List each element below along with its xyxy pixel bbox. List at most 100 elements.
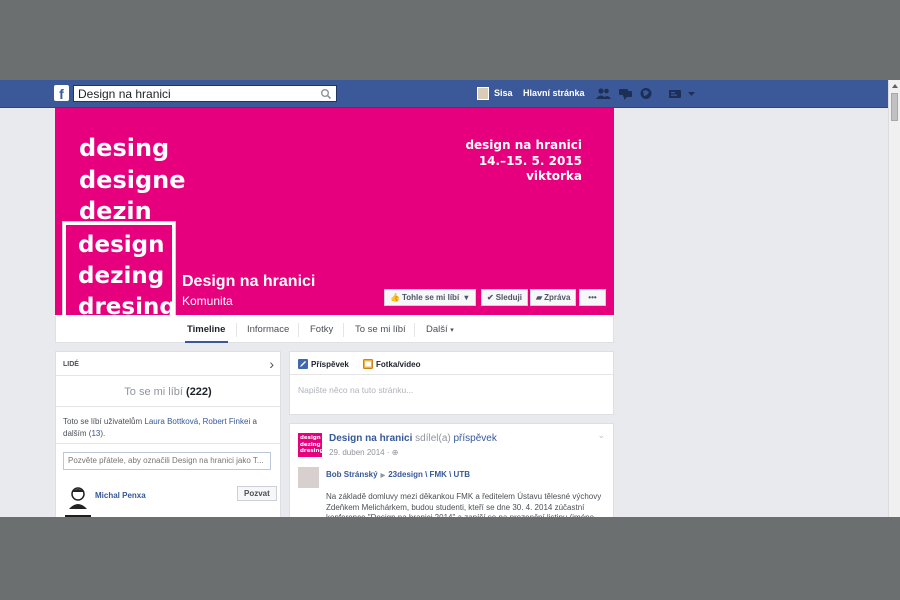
nav-divider	[343, 323, 344, 337]
pencil-icon	[298, 359, 308, 369]
logo-word: design	[300, 435, 321, 441]
chevron-down-icon: ▾	[464, 293, 469, 303]
status-input[interactable]	[298, 385, 598, 395]
event-dates: 14.–15. 5. 2015	[478, 153, 582, 168]
page-nav: Timeline Informace Fotky To se mi líbí D…	[55, 315, 614, 343]
follow-button[interactable]: ✔ Sleduji	[481, 289, 528, 306]
like-button-label: Tohle se mi líbí	[401, 293, 460, 302]
post-action: sdílel(a)	[415, 433, 451, 444]
like-button[interactable]: 👍 Tohle se mi líbí ▾	[384, 289, 477, 306]
facebook-logo-icon[interactable]: f	[54, 85, 69, 101]
account-menu-icon[interactable]	[686, 87, 697, 100]
scrollbar-thumb[interactable]	[891, 93, 898, 121]
more-options-label: •••	[588, 293, 597, 302]
invite-button[interactable]: Pozvat	[237, 486, 277, 501]
follow-button-label: Sleduji	[495, 293, 522, 302]
shared-target-link[interactable]: 23design \ FMK \ UTB	[388, 470, 470, 479]
tab-photo-video[interactable]: Fotka/video	[363, 359, 420, 369]
globe-icon: ⊕	[391, 448, 399, 457]
post-author-avatar[interactable]: design dezing dresing	[298, 433, 324, 457]
friends-who-like: Toto se líbí uživatelům Laura Bottková, …	[63, 417, 257, 438]
page-category: Komunita	[182, 294, 233, 308]
profile-link[interactable]: Sisa	[494, 88, 513, 98]
friend-link[interactable]: Laura Bottková	[144, 417, 198, 426]
tab-timeline[interactable]: Timeline	[187, 324, 225, 335]
active-tab-indicator	[185, 341, 228, 343]
divider	[56, 375, 280, 376]
profile-word: dezing	[78, 263, 165, 289]
tab-photos[interactable]: Fotky	[310, 324, 333, 335]
people-card: LIDÉ › To se mi líbí (222) Toto se líbí …	[55, 351, 281, 517]
friend-avatar[interactable]	[65, 515, 91, 517]
nav-divider	[298, 323, 299, 337]
event-title: design na hranici	[465, 138, 582, 152]
privacy-shortcuts-icon[interactable]	[668, 87, 683, 100]
invite-friends-box[interactable]	[63, 452, 271, 470]
event-venue: viktorka	[526, 169, 582, 183]
likes-summary[interactable]: To se mi líbí (222)	[56, 386, 280, 398]
cover-word-list: desing designe dezin	[79, 133, 186, 228]
tab-post-label: Příspěvek	[311, 360, 349, 369]
notifications-icon[interactable]	[639, 87, 654, 100]
page-title[interactable]: Design na hranici	[182, 273, 315, 291]
message-button-label: Zpráva	[544, 293, 571, 302]
tab-more[interactable]: Další ▾	[426, 324, 454, 335]
cover-word: desing	[79, 134, 170, 162]
liked-suffix: ).	[100, 429, 106, 438]
post-header: Design na hranici sdílel(a) příspěvek	[329, 433, 497, 444]
home-link[interactable]: Hlavní stránka	[523, 88, 585, 98]
friend-link[interactable]: Robert Finkei	[203, 417, 251, 426]
shared-author-link[interactable]: Bob Stránský	[326, 470, 378, 479]
shared-header: Bob Stránský ▶ 23design \ FMK \ UTB	[326, 470, 470, 479]
message-icon: ▰	[536, 293, 543, 303]
messages-icon[interactable]	[618, 87, 633, 100]
likes-label: To se mi líbí	[124, 386, 183, 398]
nav-divider	[414, 323, 415, 337]
post-card: design dezing dresing Design na hranici …	[289, 423, 614, 517]
post-object-link[interactable]: příspěvek	[454, 433, 497, 444]
facebook-topbar: f Sisa Hlavní stránka	[0, 80, 888, 108]
page-scrollbar[interactable]	[888, 80, 900, 517]
post-timestamp[interactable]: 29. duben 2014 · ⊕	[329, 448, 398, 457]
friend-avatar[interactable]	[65, 483, 91, 509]
friend-name[interactable]: Michal Penxa	[95, 491, 146, 500]
search-input[interactable]	[78, 87, 318, 100]
chevron-right-icon[interactable]: ›	[269, 356, 274, 372]
liked-prefix: Toto se líbí uživatelům	[63, 417, 143, 426]
search-icon[interactable]	[320, 88, 332, 100]
divider	[56, 443, 280, 444]
check-icon: ✔	[487, 293, 494, 303]
logo-word: dresing	[300, 448, 324, 454]
post-author-link[interactable]: Design na hranici	[329, 433, 412, 444]
avatar-drawing-icon	[69, 487, 87, 509]
divider	[290, 374, 613, 375]
search-box[interactable]	[73, 85, 337, 102]
message-button[interactable]: ▰ Zpráva	[530, 289, 577, 306]
cover-word: designe	[79, 165, 186, 194]
post-body: Na základě domluvy mezi děkankou FMK a ř…	[326, 492, 602, 517]
nav-divider	[236, 323, 237, 337]
tab-likes[interactable]: To se mi líbí	[355, 324, 406, 335]
divider	[56, 406, 280, 407]
photo-icon	[363, 359, 373, 369]
shared-author-avatar[interactable]	[298, 467, 319, 488]
chevron-down-icon: ▾	[450, 327, 454, 334]
browser-window: f Sisa Hlavní stránka	[0, 80, 900, 517]
tab-photo-label: Fotka/video	[376, 360, 421, 369]
friend-requests-icon[interactable]	[596, 87, 611, 100]
tab-more-label: Další	[426, 324, 448, 335]
cover-event-info: design na hranici 14.–15. 5. 2015 viktor…	[465, 138, 582, 185]
likes-count: (222)	[186, 386, 212, 398]
tab-info[interactable]: Informace	[247, 324, 289, 335]
post-options-icon[interactable]: ⌄	[597, 430, 605, 441]
scroll-up-icon[interactable]	[892, 84, 898, 88]
more-options-button[interactable]: •••	[579, 289, 606, 306]
profile-word: design	[78, 232, 165, 258]
thumbs-up-icon: 👍	[390, 293, 400, 303]
people-header[interactable]: LIDÉ	[63, 361, 79, 368]
user-avatar[interactable]	[477, 87, 489, 100]
arrow-right-icon: ▶	[380, 473, 386, 479]
post-date: 29. duben 2014 ·	[329, 448, 392, 457]
invite-friends-input[interactable]	[68, 456, 266, 465]
tab-post[interactable]: Příspěvek	[298, 359, 349, 369]
